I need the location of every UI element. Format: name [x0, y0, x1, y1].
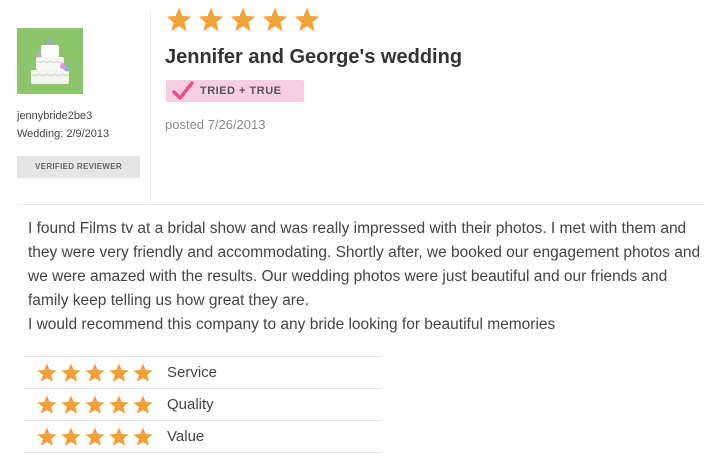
- tried-and-true-label: TRIED + TRUE: [200, 85, 282, 97]
- star-icon: [61, 394, 81, 414]
- star-icon: [61, 362, 81, 382]
- star-icon: [262, 7, 288, 32]
- value-stars: [36, 426, 154, 448]
- star-icon: [37, 394, 57, 414]
- star-icon: [85, 394, 105, 414]
- review-body: I found Films tv at a bridal show and wa…: [28, 217, 708, 337]
- section-divider: [17, 204, 705, 205]
- star-icon: [37, 362, 57, 382]
- star-icon: [294, 7, 320, 32]
- rating-label: Quality: [167, 396, 214, 413]
- star-icon: [109, 426, 129, 446]
- category-ratings: Service Quality Value: [24, 356, 382, 453]
- avatar[interactable]: [17, 28, 83, 94]
- star-icon: [85, 362, 105, 382]
- review-paragraph: I found Films tv at a bridal show and wa…: [28, 220, 701, 309]
- rating-row-quality: Quality: [24, 389, 382, 421]
- service-stars: [36, 362, 154, 384]
- wedding-cake-icon: [17, 28, 83, 94]
- star-icon: [109, 362, 129, 382]
- star-icon: [166, 7, 192, 32]
- star-icon: [198, 7, 224, 32]
- review-title: Jennifer and George's wedding: [165, 46, 463, 68]
- star-icon: [37, 426, 57, 446]
- quality-stars: [36, 394, 154, 416]
- rating-label: Value: [167, 428, 205, 445]
- reviewer-name[interactable]: jennybride2be3: [17, 110, 92, 122]
- star-icon: [133, 426, 153, 446]
- tried-and-true-badge: TRIED + TRUE: [166, 80, 304, 102]
- star-icon: [85, 426, 105, 446]
- overall-rating: [165, 6, 321, 34]
- column-divider: [150, 10, 151, 202]
- wedding-date: Wedding: 2/9/2013: [17, 128, 110, 140]
- star-icon: [133, 394, 153, 414]
- posted-date: posted 7/26/2013: [165, 117, 266, 132]
- checkmark-icon: [172, 81, 194, 100]
- verified-reviewer-badge: VERIFIED REVIEWER: [17, 156, 140, 178]
- star-icon: [61, 426, 81, 446]
- star-icon: [133, 362, 153, 382]
- rating-row-service: Service: [24, 357, 382, 389]
- review-paragraph: I would recommend this company to any br…: [28, 316, 556, 333]
- star-icon: [230, 7, 256, 32]
- rating-label: Service: [167, 364, 218, 381]
- rating-row-value: Value: [24, 421, 382, 453]
- star-icon: [109, 394, 129, 414]
